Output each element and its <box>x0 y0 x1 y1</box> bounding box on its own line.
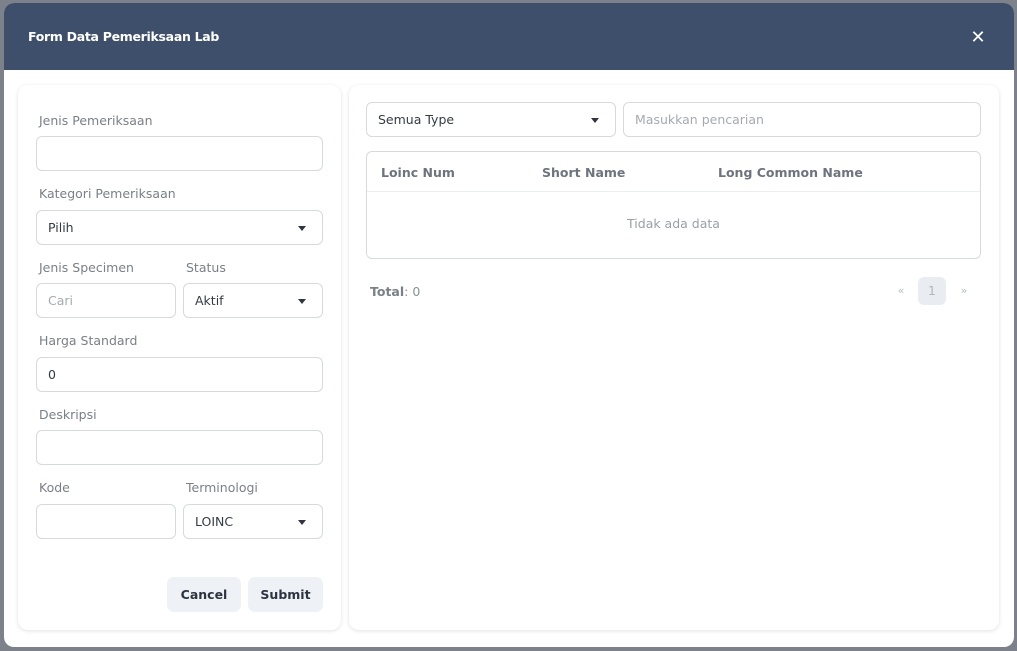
modal-header: Form Data Pemeriksaan Lab ✕ <box>4 3 1014 70</box>
jenis-specimen-label: Jenis Specimen <box>39 260 134 275</box>
chevron-down-icon <box>298 299 306 304</box>
terminologi-label: Terminologi <box>186 480 258 495</box>
kategori-pemeriksaan-select[interactable]: Pilih <box>36 210 323 245</box>
next-page-button[interactable]: » <box>957 277 971 305</box>
terminologi-value: LOINC <box>195 514 234 529</box>
search-input[interactable]: Masukkan pencarian <box>623 102 981 137</box>
deskripsi-input[interactable] <box>36 430 323 465</box>
close-icon[interactable]: ✕ <box>967 27 989 49</box>
cancel-button[interactable]: Cancel <box>167 577 241 612</box>
total-count: Total: 0 <box>370 284 420 299</box>
empty-state-text: Tidak ada data <box>627 216 720 231</box>
form-card: Jenis Pemeriksaan Kategori Pemeriksaan P… <box>18 85 341 630</box>
type-filter-select[interactable]: Semua Type <box>366 102 616 137</box>
total-value: : 0 <box>404 284 421 299</box>
loinc-search-card: Semua Type Masukkan pencarian Loinc Num … <box>349 85 999 630</box>
kode-label: Kode <box>39 480 70 495</box>
column-header-short-name[interactable]: Short Name <box>542 165 625 180</box>
jenis-specimen-input[interactable]: Cari <box>36 283 176 318</box>
kode-input[interactable] <box>36 504 176 539</box>
modal-title: Form Data Pemeriksaan Lab <box>28 29 220 44</box>
harga-standard-input[interactable]: 0 <box>36 357 323 392</box>
kategori-pemeriksaan-value: Pilih <box>48 220 74 235</box>
total-label: Total <box>370 284 405 299</box>
header-divider <box>367 191 980 192</box>
deskripsi-label: Deskripsi <box>39 407 97 422</box>
status-value: Aktif <box>195 293 224 308</box>
status-label: Status <box>186 260 226 275</box>
page-1-button[interactable]: 1 <box>918 277 946 305</box>
type-filter-value: Semua Type <box>378 112 455 127</box>
loinc-table: Loinc Num Short Name Long Common Name Ti… <box>366 151 981 259</box>
jenis-pemeriksaan-label: Jenis Pemeriksaan <box>39 113 153 128</box>
chevron-down-icon <box>298 520 306 525</box>
prev-page-button[interactable]: « <box>894 277 908 305</box>
column-header-long-common-name[interactable]: Long Common Name <box>718 165 863 180</box>
chevron-down-icon <box>298 226 306 231</box>
lab-exam-form-modal: Form Data Pemeriksaan Lab ✕ Jenis Pemeri… <box>4 3 1014 647</box>
terminologi-select[interactable]: LOINC <box>183 504 323 539</box>
harga-standard-label: Harga Standard <box>39 333 138 348</box>
chevron-down-icon <box>591 118 599 123</box>
status-select[interactable]: Aktif <box>183 283 323 318</box>
jenis-pemeriksaan-input[interactable] <box>36 136 323 171</box>
column-header-loinc-num[interactable]: Loinc Num <box>381 165 455 180</box>
kategori-pemeriksaan-label: Kategori Pemeriksaan <box>39 186 176 201</box>
submit-button[interactable]: Submit <box>248 577 323 612</box>
